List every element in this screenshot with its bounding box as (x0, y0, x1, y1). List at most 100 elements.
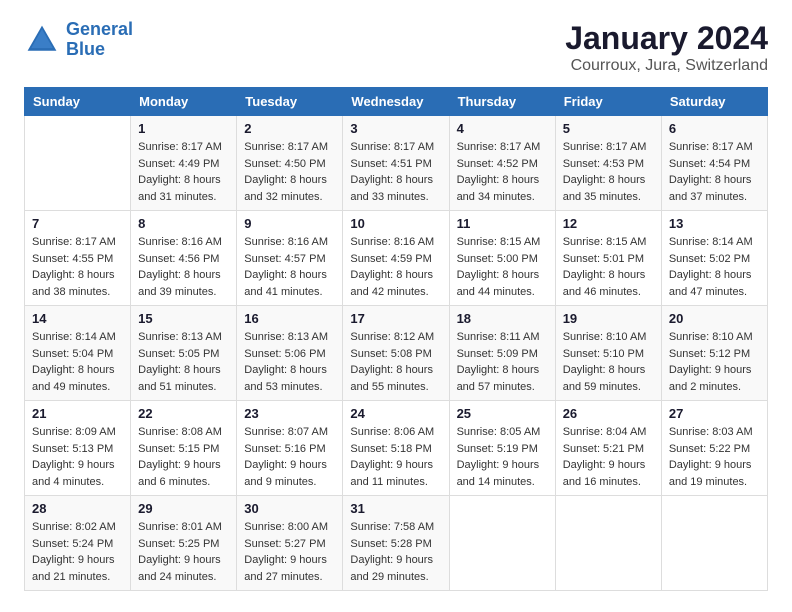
day-number: 11 (457, 216, 548, 231)
day-number: 8 (138, 216, 229, 231)
day-cell: 17 Sunrise: 8:12 AMSunset: 5:08 PMDayligh… (343, 306, 449, 401)
week-row-0: 1Sunrise: 8:17 AMSunset: 4:49 PMDaylight… (25, 116, 768, 211)
day-number: 4 (457, 121, 548, 136)
day-number: 10 (350, 216, 441, 231)
day-cell: 16Sunrise: 8:13 AMSunset: 5:06 PMDayligh… (237, 306, 343, 401)
week-row-2: 14 Sunrise: 8:14 AMSunset: 5:04 PMDayligh… (25, 306, 768, 401)
day-info: Sunrise: 7:58 AMSunset: 5:28 PMDaylight:… (350, 519, 441, 585)
day-cell: 12 Sunrise: 8:15 AMSunset: 5:01 PMDayligh… (555, 211, 661, 306)
day-info: Sunrise: 8:13 AMSunset: 5:05 PMDaylight:… (138, 329, 229, 395)
day-cell (449, 496, 555, 591)
day-info: Sunrise: 8:17 AMSunset: 4:54 PMDaylight:… (669, 139, 760, 205)
page-title: January 2024 (565, 20, 768, 57)
day-number: 17 (350, 311, 441, 326)
week-row-3: 21 Sunrise: 8:09 AMSunset: 5:13 PMDayligh… (25, 401, 768, 496)
header-cell-sunday: Sunday (25, 88, 131, 116)
day-cell: 13 Sunrise: 8:14 AMSunset: 5:02 PMDayligh… (661, 211, 767, 306)
day-cell: 22Sunrise: 8:08 AMSunset: 5:15 PMDayligh… (131, 401, 237, 496)
day-info: Sunrise: 8:00 AMSunset: 5:27 PMDaylight:… (244, 519, 335, 585)
day-number: 29 (138, 501, 229, 516)
header-cell-monday: Monday (131, 88, 237, 116)
day-info: Sunrise: 8:13 AMSunset: 5:06 PMDaylight:… (244, 329, 335, 395)
day-cell: 28 Sunrise: 8:02 AMSunset: 5:24 PMDayligh… (25, 496, 131, 591)
day-cell: 3Sunrise: 8:17 AMSunset: 4:51 PMDaylight… (343, 116, 449, 211)
day-number: 25 (457, 406, 548, 421)
day-info: Sunrise: 8:02 AMSunset: 5:24 PMDaylight:… (32, 519, 123, 585)
header-cell-wednesday: Wednesday (343, 88, 449, 116)
page-subtitle: Courroux, Jura, Switzerland (565, 57, 768, 75)
day-info: Sunrise: 8:10 AMSunset: 5:12 PMDaylight:… (669, 329, 760, 395)
calendar-table: SundayMondayTuesdayWednesdayThursdayFrid… (24, 87, 768, 591)
day-number: 6 (669, 121, 760, 136)
day-info: Sunrise: 8:03 AMSunset: 5:22 PMDaylight:… (669, 424, 760, 490)
day-info: Sunrise: 8:05 AMSunset: 5:19 PMDaylight:… (457, 424, 548, 490)
day-cell: 7 Sunrise: 8:17 AMSunset: 4:55 PMDaylight… (25, 211, 131, 306)
day-cell: 2Sunrise: 8:17 AMSunset: 4:50 PMDaylight… (237, 116, 343, 211)
header-cell-saturday: Saturday (661, 88, 767, 116)
day-cell: 8 Sunrise: 8:16 AMSunset: 4:56 PMDaylight… (131, 211, 237, 306)
day-info: Sunrise: 8:06 AMSunset: 5:18 PMDaylight:… (350, 424, 441, 490)
day-info: Sunrise: 8:14 AMSunset: 5:04 PMDaylight:… (32, 329, 123, 395)
day-cell: 11 Sunrise: 8:15 AMSunset: 5:00 PMDayligh… (449, 211, 555, 306)
header-cell-friday: Friday (555, 88, 661, 116)
calendar-body: 1Sunrise: 8:17 AMSunset: 4:49 PMDaylight… (25, 116, 768, 591)
day-number: 23 (244, 406, 335, 421)
day-cell: 24Sunrise: 8:06 AMSunset: 5:18 PMDayligh… (343, 401, 449, 496)
logo-line1: General (66, 19, 133, 39)
day-number: 1 (138, 121, 229, 136)
day-number: 28 (32, 501, 123, 516)
day-cell: 15 Sunrise: 8:13 AMSunset: 5:05 PMDayligh… (131, 306, 237, 401)
day-info: Sunrise: 8:16 AMSunset: 4:59 PMDaylight:… (350, 234, 441, 300)
day-cell: 9 Sunrise: 8:16 AMSunset: 4:57 PMDaylight… (237, 211, 343, 306)
day-cell (661, 496, 767, 591)
day-info: Sunrise: 8:04 AMSunset: 5:21 PMDaylight:… (563, 424, 654, 490)
day-number: 19 (563, 311, 654, 326)
day-number: 15 (138, 311, 229, 326)
logo-text: General Blue (66, 20, 133, 60)
logo: General Blue (24, 20, 133, 60)
day-cell: 27Sunrise: 8:03 AMSunset: 5:22 PMDayligh… (661, 401, 767, 496)
day-number: 7 (32, 216, 123, 231)
day-info: Sunrise: 8:15 AMSunset: 5:00 PMDaylight:… (457, 234, 548, 300)
day-cell: 30Sunrise: 8:00 AMSunset: 5:27 PMDayligh… (237, 496, 343, 591)
day-number: 9 (244, 216, 335, 231)
day-cell: 5Sunrise: 8:17 AMSunset: 4:53 PMDaylight… (555, 116, 661, 211)
day-cell: 23Sunrise: 8:07 AMSunset: 5:16 PMDayligh… (237, 401, 343, 496)
day-number: 13 (669, 216, 760, 231)
day-info: Sunrise: 8:11 AMSunset: 5:09 PMDaylight:… (457, 329, 548, 395)
header: General Blue January 2024 Courroux, Jura… (24, 20, 768, 75)
day-number: 26 (563, 406, 654, 421)
week-row-1: 7 Sunrise: 8:17 AMSunset: 4:55 PMDaylight… (25, 211, 768, 306)
day-cell: 14 Sunrise: 8:14 AMSunset: 5:04 PMDayligh… (25, 306, 131, 401)
day-info: Sunrise: 8:09 AMSunset: 5:13 PMDaylight:… (32, 424, 123, 490)
header-row: SundayMondayTuesdayWednesdayThursdayFrid… (25, 88, 768, 116)
day-cell (25, 116, 131, 211)
day-cell: 21 Sunrise: 8:09 AMSunset: 5:13 PMDayligh… (25, 401, 131, 496)
day-info: Sunrise: 8:17 AMSunset: 4:52 PMDaylight:… (457, 139, 548, 205)
day-info: Sunrise: 8:17 AMSunset: 4:50 PMDaylight:… (244, 139, 335, 205)
day-info: Sunrise: 8:01 AMSunset: 5:25 PMDaylight:… (138, 519, 229, 585)
day-number: 21 (32, 406, 123, 421)
day-cell: 18Sunrise: 8:11 AMSunset: 5:09 PMDayligh… (449, 306, 555, 401)
day-info: Sunrise: 8:10 AMSunset: 5:10 PMDaylight:… (563, 329, 654, 395)
day-cell: 1Sunrise: 8:17 AMSunset: 4:49 PMDaylight… (131, 116, 237, 211)
day-info: Sunrise: 8:16 AMSunset: 4:57 PMDaylight:… (244, 234, 335, 300)
title-block: January 2024 Courroux, Jura, Switzerland (565, 20, 768, 75)
calendar-header: SundayMondayTuesdayWednesdayThursdayFrid… (25, 88, 768, 116)
day-cell: 29 Sunrise: 8:01 AMSunset: 5:25 PMDayligh… (131, 496, 237, 591)
day-info: Sunrise: 8:12 AMSunset: 5:08 PMDaylight:… (350, 329, 441, 395)
page: General Blue January 2024 Courroux, Jura… (0, 0, 792, 611)
day-number: 3 (350, 121, 441, 136)
day-number: 31 (350, 501, 441, 516)
day-info: Sunrise: 8:14 AMSunset: 5:02 PMDaylight:… (669, 234, 760, 300)
week-row-4: 28 Sunrise: 8:02 AMSunset: 5:24 PMDayligh… (25, 496, 768, 591)
day-cell: 25 Sunrise: 8:05 AMSunset: 5:19 PMDayligh… (449, 401, 555, 496)
day-info: Sunrise: 8:16 AMSunset: 4:56 PMDaylight:… (138, 234, 229, 300)
day-info: Sunrise: 8:17 AMSunset: 4:55 PMDaylight:… (32, 234, 123, 300)
day-number: 12 (563, 216, 654, 231)
day-info: Sunrise: 8:15 AMSunset: 5:01 PMDaylight:… (563, 234, 654, 300)
day-number: 14 (32, 311, 123, 326)
day-cell: 10 Sunrise: 8:16 AMSunset: 4:59 PMDayligh… (343, 211, 449, 306)
day-number: 5 (563, 121, 654, 136)
logo-line2: Blue (66, 39, 105, 59)
